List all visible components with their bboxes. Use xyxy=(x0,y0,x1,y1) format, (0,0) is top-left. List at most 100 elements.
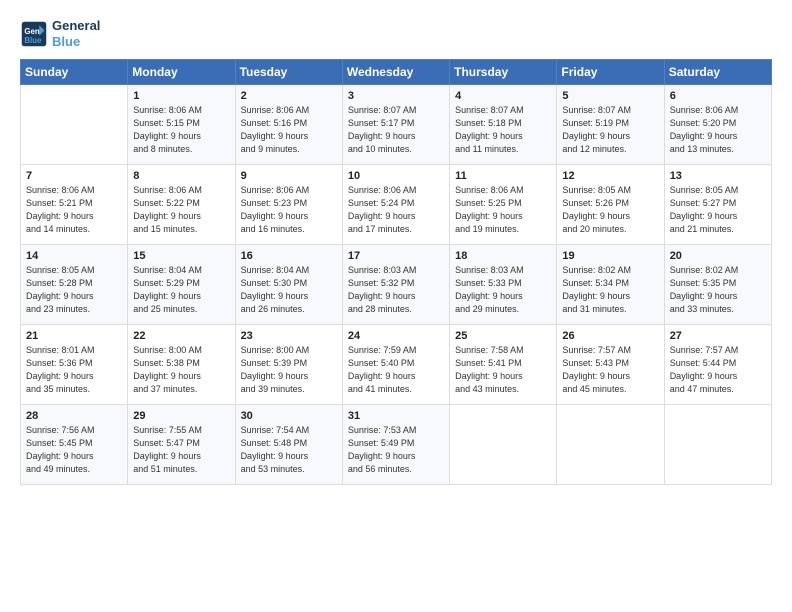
day-info: Sunrise: 7:54 AMSunset: 5:48 PMDaylight:… xyxy=(241,424,337,476)
day-number: 5 xyxy=(562,90,658,102)
day-number: 3 xyxy=(348,90,444,102)
calendar-cell: 7Sunrise: 8:06 AMSunset: 5:21 PMDaylight… xyxy=(21,165,128,245)
day-number: 4 xyxy=(455,90,551,102)
calendar-cell: 16 Sunrise: 8:04 AMSunset: 5:30 PMDayligh… xyxy=(235,245,342,325)
logo-text: General Blue xyxy=(52,18,100,49)
day-info: Sunrise: 8:04 AMSunset: 5:29 PMDaylight:… xyxy=(133,264,229,316)
col-header-tuesday: Tuesday xyxy=(235,60,342,85)
day-info: Sunrise: 8:06 AMSunset: 5:25 PMDaylight:… xyxy=(455,184,551,236)
svg-text:Blue: Blue xyxy=(24,35,42,44)
day-number: 22 xyxy=(133,330,229,342)
calendar-cell: 13 Sunrise: 8:05 AMSunset: 5:27 PMDayligh… xyxy=(664,165,771,245)
day-number: 25 xyxy=(455,330,551,342)
day-info: Sunrise: 8:04 AMSunset: 5:30 PMDaylight:… xyxy=(241,264,337,316)
day-number: 24 xyxy=(348,330,444,342)
calendar-cell: 31 Sunrise: 7:53 AMSunset: 5:49 PMDayligh… xyxy=(342,405,449,485)
col-header-wednesday: Wednesday xyxy=(342,60,449,85)
day-number: 9 xyxy=(241,170,337,182)
calendar-cell: 26 Sunrise: 7:57 AMSunset: 5:43 PMDayligh… xyxy=(557,325,664,405)
day-number: 19 xyxy=(562,250,658,262)
day-info: Sunrise: 8:06 AMSunset: 5:15 PMDaylight:… xyxy=(133,104,229,156)
day-number: 14 xyxy=(26,250,122,262)
day-info: Sunrise: 8:03 AMSunset: 5:32 PMDaylight:… xyxy=(348,264,444,316)
day-number: 16 xyxy=(241,250,337,262)
day-info: Sunrise: 8:06 AMSunset: 5:16 PMDaylight:… xyxy=(241,104,337,156)
day-info: Sunrise: 7:53 AMSunset: 5:49 PMDaylight:… xyxy=(348,424,444,476)
day-info: Sunrise: 7:57 AMSunset: 5:43 PMDaylight:… xyxy=(562,344,658,396)
day-info: Sunrise: 7:55 AMSunset: 5:47 PMDaylight:… xyxy=(133,424,229,476)
col-header-thursday: Thursday xyxy=(450,60,557,85)
calendar-cell: 14 Sunrise: 8:05 AMSunset: 5:28 PMDayligh… xyxy=(21,245,128,325)
calendar-cell: 18Sunrise: 8:03 AMSunset: 5:33 PMDayligh… xyxy=(450,245,557,325)
day-number: 26 xyxy=(562,330,658,342)
day-number: 27 xyxy=(670,330,766,342)
calendar-cell: 21 Sunrise: 8:01 AMSunset: 5:36 PMDayligh… xyxy=(21,325,128,405)
calendar-cell: 17 Sunrise: 8:03 AMSunset: 5:32 PMDayligh… xyxy=(342,245,449,325)
day-info: Sunrise: 7:57 AMSunset: 5:44 PMDaylight:… xyxy=(670,344,766,396)
day-number: 8 xyxy=(133,170,229,182)
col-header-friday: Friday xyxy=(557,60,664,85)
col-header-monday: Monday xyxy=(128,60,235,85)
calendar-cell: 25 Sunrise: 7:58 AMSunset: 5:41 PMDayligh… xyxy=(450,325,557,405)
calendar-cell: 19 Sunrise: 8:02 AMSunset: 5:34 PMDayligh… xyxy=(557,245,664,325)
logo: Gen Blue General Blue xyxy=(20,18,100,49)
calendar-cell: 22 Sunrise: 8:00 AMSunset: 5:38 PMDayligh… xyxy=(128,325,235,405)
logo-icon: Gen Blue xyxy=(20,20,48,48)
day-info: Sunrise: 8:07 AMSunset: 5:19 PMDaylight:… xyxy=(562,104,658,156)
calendar-cell: 30Sunrise: 7:54 AMSunset: 5:48 PMDayligh… xyxy=(235,405,342,485)
col-header-sunday: Sunday xyxy=(21,60,128,85)
day-number: 12 xyxy=(562,170,658,182)
day-info: Sunrise: 8:06 AMSunset: 5:24 PMDaylight:… xyxy=(348,184,444,236)
svg-text:Gen: Gen xyxy=(24,27,39,36)
day-info: Sunrise: 8:05 AMSunset: 5:27 PMDaylight:… xyxy=(670,184,766,236)
calendar-cell xyxy=(557,405,664,485)
day-info: Sunrise: 8:05 AMSunset: 5:28 PMDaylight:… xyxy=(26,264,122,316)
calendar-cell: 27 Sunrise: 7:57 AMSunset: 5:44 PMDayligh… xyxy=(664,325,771,405)
day-info: Sunrise: 8:00 AMSunset: 5:38 PMDaylight:… xyxy=(133,344,229,396)
calendar-cell: 28 Sunrise: 7:56 AMSunset: 5:45 PMDayligh… xyxy=(21,405,128,485)
calendar-cell: 23Sunrise: 8:00 AMSunset: 5:39 PMDayligh… xyxy=(235,325,342,405)
calendar-cell xyxy=(21,85,128,165)
day-info: Sunrise: 8:06 AMSunset: 5:22 PMDaylight:… xyxy=(133,184,229,236)
day-number: 31 xyxy=(348,410,444,422)
day-number: 28 xyxy=(26,410,122,422)
calendar-cell: 12 Sunrise: 8:05 AMSunset: 5:26 PMDayligh… xyxy=(557,165,664,245)
week-row-1: 1Sunrise: 8:06 AMSunset: 5:15 PMDaylight… xyxy=(21,85,772,165)
calendar-cell: 4 Sunrise: 8:07 AMSunset: 5:18 PMDaylight… xyxy=(450,85,557,165)
day-info: Sunrise: 8:07 AMSunset: 5:18 PMDaylight:… xyxy=(455,104,551,156)
day-info: Sunrise: 8:05 AMSunset: 5:26 PMDaylight:… xyxy=(562,184,658,236)
day-number: 6 xyxy=(670,90,766,102)
page: Gen Blue General Blue SundayMondayTuesda… xyxy=(0,0,792,612)
calendar-cell: 6 Sunrise: 8:06 AMSunset: 5:20 PMDaylight… xyxy=(664,85,771,165)
calendar-cell: 29 Sunrise: 7:55 AMSunset: 5:47 PMDayligh… xyxy=(128,405,235,485)
calendar-cell xyxy=(450,405,557,485)
calendar-table: SundayMondayTuesdayWednesdayThursdayFrid… xyxy=(20,59,772,485)
day-info: Sunrise: 8:02 AMSunset: 5:35 PMDaylight:… xyxy=(670,264,766,316)
day-info: Sunrise: 7:58 AMSunset: 5:41 PMDaylight:… xyxy=(455,344,551,396)
day-info: Sunrise: 7:56 AMSunset: 5:45 PMDaylight:… xyxy=(26,424,122,476)
calendar-cell: 10 Sunrise: 8:06 AMSunset: 5:24 PMDayligh… xyxy=(342,165,449,245)
day-info: Sunrise: 7:59 AMSunset: 5:40 PMDaylight:… xyxy=(348,344,444,396)
day-number: 13 xyxy=(670,170,766,182)
day-info: Sunrise: 8:01 AMSunset: 5:36 PMDaylight:… xyxy=(26,344,122,396)
day-number: 20 xyxy=(670,250,766,262)
day-number: 29 xyxy=(133,410,229,422)
calendar-cell: 3Sunrise: 8:07 AMSunset: 5:17 PMDaylight… xyxy=(342,85,449,165)
day-number: 15 xyxy=(133,250,229,262)
day-number: 10 xyxy=(348,170,444,182)
day-number: 7 xyxy=(26,170,122,182)
day-number: 2 xyxy=(241,90,337,102)
calendar-cell: 15 Sunrise: 8:04 AMSunset: 5:29 PMDayligh… xyxy=(128,245,235,325)
day-info: Sunrise: 8:02 AMSunset: 5:34 PMDaylight:… xyxy=(562,264,658,316)
week-row-4: 21 Sunrise: 8:01 AMSunset: 5:36 PMDayligh… xyxy=(21,325,772,405)
day-info: Sunrise: 8:06 AMSunset: 5:20 PMDaylight:… xyxy=(670,104,766,156)
calendar-cell: 1Sunrise: 8:06 AMSunset: 5:15 PMDaylight… xyxy=(128,85,235,165)
week-row-2: 7Sunrise: 8:06 AMSunset: 5:21 PMDaylight… xyxy=(21,165,772,245)
header: Gen Blue General Blue xyxy=(20,18,772,49)
calendar-cell: 9Sunrise: 8:06 AMSunset: 5:23 PMDaylight… xyxy=(235,165,342,245)
day-number: 18 xyxy=(455,250,551,262)
calendar-cell xyxy=(664,405,771,485)
week-row-3: 14 Sunrise: 8:05 AMSunset: 5:28 PMDayligh… xyxy=(21,245,772,325)
day-number: 17 xyxy=(348,250,444,262)
day-number: 21 xyxy=(26,330,122,342)
